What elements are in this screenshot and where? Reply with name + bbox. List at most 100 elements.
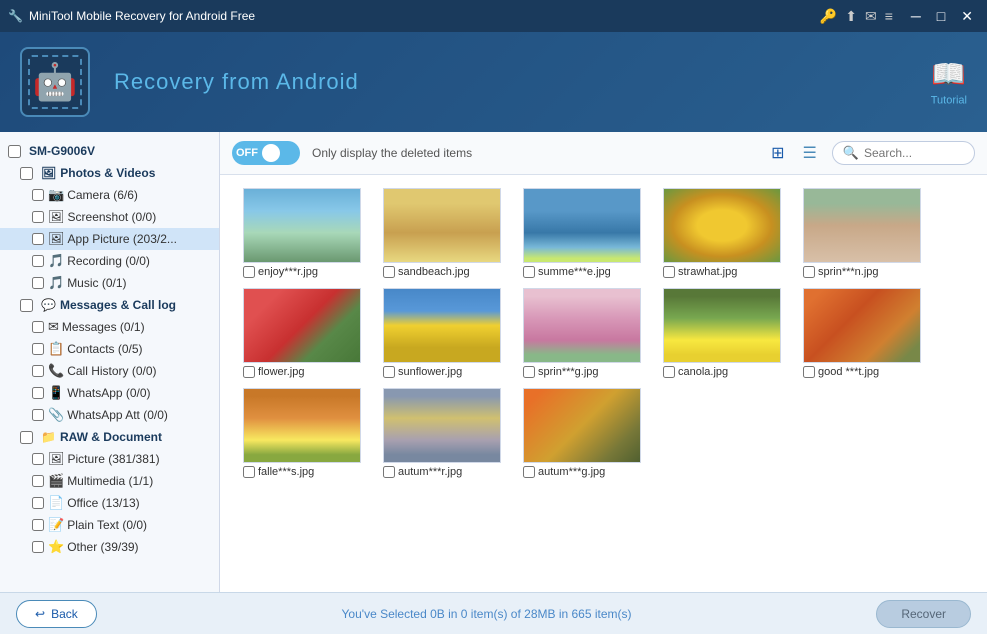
recover-button[interactable]: Recover bbox=[876, 600, 971, 628]
image-checkbox[interactable] bbox=[523, 366, 535, 378]
sidebar-item-contacts[interactable]: 📋 Contacts (0/5) bbox=[0, 338, 219, 360]
list-item[interactable]: flower.jpg bbox=[237, 288, 367, 378]
image-checkbox[interactable] bbox=[663, 366, 675, 378]
tutorial-button[interactable]: 📖 Tutorial bbox=[931, 58, 967, 107]
section-messages-checkbox[interactable] bbox=[20, 299, 33, 312]
list-item[interactable]: sprin***g.jpg bbox=[517, 288, 647, 378]
minimize-button[interactable]: ─ bbox=[905, 6, 927, 27]
sidebar-item-multimedia[interactable]: 🎬 Multimedia (1/1) bbox=[0, 470, 219, 492]
image-thumbnail[interactable] bbox=[523, 188, 641, 263]
list-item[interactable]: summe***e.jpg bbox=[517, 188, 647, 278]
multimedia-checkbox[interactable] bbox=[32, 475, 44, 487]
picture-checkbox[interactable] bbox=[32, 453, 44, 465]
image-thumbnail[interactable] bbox=[803, 288, 921, 363]
image-thumbnail[interactable] bbox=[523, 388, 641, 463]
list-item[interactable]: good ***t.jpg bbox=[797, 288, 927, 378]
list-item[interactable]: autum***r.jpg bbox=[377, 388, 507, 478]
screenshot-checkbox[interactable] bbox=[32, 211, 44, 223]
search-box: 🔍 bbox=[832, 141, 975, 165]
image-thumbnail[interactable] bbox=[663, 288, 781, 363]
office-checkbox[interactable] bbox=[32, 497, 44, 509]
sidebar-item-messages[interactable]: ✉ Messages (0/1) bbox=[0, 316, 219, 338]
section-raw-checkbox[interactable] bbox=[20, 431, 33, 444]
screenshot-icon: 🖼 bbox=[48, 209, 65, 225]
window-controls[interactable]: ─ □ ✕ bbox=[905, 6, 979, 27]
tutorial-label: Tutorial bbox=[931, 95, 967, 107]
image-thumbnail[interactable] bbox=[803, 188, 921, 263]
whatsapp-att-checkbox[interactable] bbox=[32, 409, 44, 421]
filter-label: Only display the deleted items bbox=[312, 146, 472, 160]
app-picture-checkbox[interactable] bbox=[32, 233, 44, 245]
image-checkbox[interactable] bbox=[803, 266, 815, 278]
camera-checkbox[interactable] bbox=[32, 189, 44, 201]
toggle-deleted-switch[interactable]: OFF bbox=[232, 141, 300, 165]
sidebar-item-other[interactable]: ⭐ Other (39/39) bbox=[0, 536, 219, 558]
other-checkbox[interactable] bbox=[32, 541, 44, 553]
grid-view-button[interactable]: ⊞ bbox=[768, 140, 787, 166]
image-thumbnail[interactable] bbox=[383, 188, 501, 263]
search-input[interactable] bbox=[864, 146, 964, 160]
sidebar-item-office[interactable]: 📄 Office (13/13) bbox=[0, 492, 219, 514]
sidebar-item-camera[interactable]: 📷 Camera (6/6) bbox=[0, 184, 219, 206]
sidebar-item-app-picture[interactable]: 🖼 App Picture (203/2... bbox=[0, 228, 219, 250]
music-checkbox[interactable] bbox=[32, 277, 44, 289]
app-picture-icon: 🖼 bbox=[48, 231, 65, 247]
plain-text-checkbox[interactable] bbox=[32, 519, 44, 531]
maximize-button[interactable]: □ bbox=[931, 6, 951, 27]
image-checkbox[interactable] bbox=[803, 366, 815, 378]
messages-checkbox[interactable] bbox=[32, 321, 44, 333]
list-item[interactable]: sandbeach.jpg bbox=[377, 188, 507, 278]
image-thumbnail[interactable] bbox=[383, 288, 501, 363]
call-history-checkbox[interactable] bbox=[32, 365, 44, 377]
image-checkbox[interactable] bbox=[523, 466, 535, 478]
header: 🤖 Recovery from Android 📖 Tutorial bbox=[0, 32, 987, 132]
upload-icon: ⬆ bbox=[845, 8, 857, 25]
sidebar-item-plain-text[interactable]: 📝 Plain Text (0/0) bbox=[0, 514, 219, 536]
toggle-knob bbox=[262, 144, 280, 162]
section-photos-checkbox[interactable] bbox=[20, 167, 33, 180]
list-item[interactable]: strawhat.jpg bbox=[657, 188, 787, 278]
list-item[interactable]: falle***s.jpg bbox=[237, 388, 367, 478]
messages-folder-icon: 💬 bbox=[41, 298, 56, 312]
image-label: sandbeach.jpg bbox=[383, 266, 501, 278]
contacts-checkbox[interactable] bbox=[32, 343, 44, 355]
sidebar-item-whatsapp[interactable]: 📱 WhatsApp (0/0) bbox=[0, 382, 219, 404]
toggle-label: OFF bbox=[236, 147, 258, 159]
main-area: SM-G9006V 🖼 Photos & Videos 📷 Camera (6/… bbox=[0, 132, 987, 592]
image-checkbox[interactable] bbox=[523, 266, 535, 278]
list-item[interactable]: sunflower.jpg bbox=[377, 288, 507, 378]
sidebar-item-whatsapp-att[interactable]: 📎 WhatsApp Att (0/0) bbox=[0, 404, 219, 426]
status-text: You've Selected 0B in 0 item(s) of 28MB … bbox=[109, 607, 865, 621]
sidebar-item-recording[interactable]: 🎵 Recording (0/0) bbox=[0, 250, 219, 272]
device-checkbox[interactable] bbox=[8, 145, 21, 158]
list-item[interactable]: canola.jpg bbox=[657, 288, 787, 378]
list-item[interactable]: enjoy***r.jpg bbox=[237, 188, 367, 278]
back-button[interactable]: ↩ Back bbox=[16, 600, 97, 628]
image-thumbnail[interactable] bbox=[383, 388, 501, 463]
image-checkbox[interactable] bbox=[663, 266, 675, 278]
whatsapp-checkbox[interactable] bbox=[32, 387, 44, 399]
list-item[interactable]: autum***g.jpg bbox=[517, 388, 647, 478]
image-checkbox[interactable] bbox=[243, 366, 255, 378]
image-label: canola.jpg bbox=[663, 366, 781, 378]
sidebar-item-screenshot[interactable]: 🖼 Screenshot (0/0) bbox=[0, 206, 219, 228]
sidebar-item-picture[interactable]: 🖼 Picture (381/381) bbox=[0, 448, 219, 470]
image-checkbox[interactable] bbox=[383, 266, 395, 278]
image-checkbox[interactable] bbox=[243, 466, 255, 478]
recover-label: Recover bbox=[901, 607, 946, 621]
list-item[interactable]: sprin***n.jpg bbox=[797, 188, 927, 278]
image-thumbnail[interactable] bbox=[243, 288, 361, 363]
close-button[interactable]: ✕ bbox=[955, 6, 979, 27]
image-thumbnail[interactable] bbox=[243, 388, 361, 463]
image-thumbnail[interactable] bbox=[243, 188, 361, 263]
sidebar-item-music[interactable]: 🎵 Music (0/1) bbox=[0, 272, 219, 294]
list-view-button[interactable]: ☰ bbox=[799, 140, 819, 166]
sidebar-item-call-history[interactable]: 📞 Call History (0/0) bbox=[0, 360, 219, 382]
recording-checkbox[interactable] bbox=[32, 255, 44, 267]
image-thumbnail[interactable] bbox=[663, 188, 781, 263]
image-checkbox[interactable] bbox=[383, 366, 395, 378]
device-label: SM-G9006V bbox=[0, 140, 219, 162]
image-thumbnail[interactable] bbox=[523, 288, 641, 363]
image-checkbox[interactable] bbox=[383, 466, 395, 478]
image-checkbox[interactable] bbox=[243, 266, 255, 278]
